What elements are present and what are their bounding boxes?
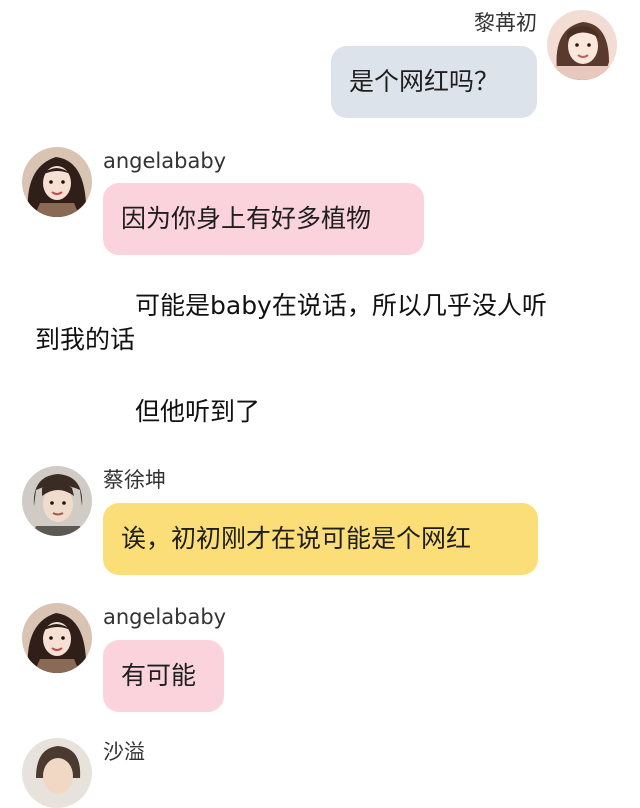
sender-name: angelababy — [103, 605, 227, 629]
avatar[interactable] — [22, 603, 92, 673]
message-bubble: 因为你身上有好多植物 — [103, 183, 424, 255]
avatar[interactable] — [22, 738, 92, 808]
sender-name: 沙溢 — [103, 740, 145, 764]
sender-name: 黎苒初 — [474, 11, 537, 35]
avatar[interactable] — [547, 10, 617, 80]
message-bubble: 有可能 — [103, 640, 224, 712]
narration-line: 可能是baby在说话，所以几乎没人听 — [135, 291, 547, 320]
sender-name: angelababy — [103, 149, 227, 173]
narration-line: 但他听到了 — [135, 397, 261, 426]
sender-name: 蔡徐坤 — [103, 468, 166, 492]
message-bubble: 是个网红吗？ — [331, 46, 537, 118]
avatar[interactable] — [22, 147, 92, 217]
narration-line: 到我的话 — [35, 325, 136, 354]
avatar[interactable] — [22, 466, 92, 536]
message-bubble: 诶，初初刚才在说可能是个网红 — [103, 503, 538, 575]
